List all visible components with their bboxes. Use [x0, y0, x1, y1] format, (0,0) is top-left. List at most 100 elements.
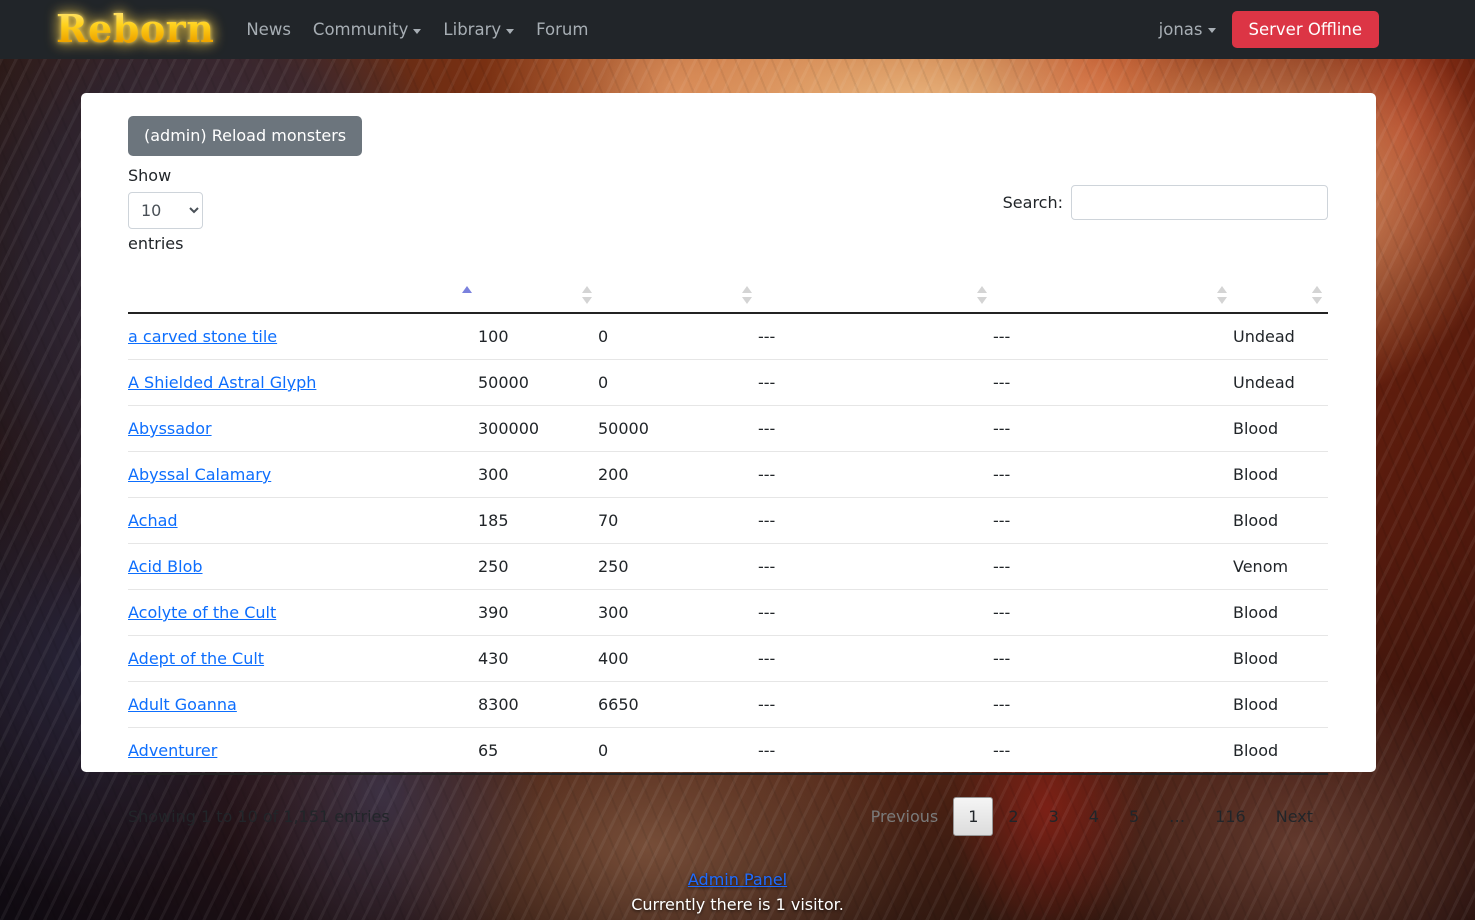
table-row: A Shielded Astral Glyph500000------Undea…: [128, 360, 1328, 406]
table-column-header-1[interactable]: [478, 277, 598, 313]
table-cell-c1: 8300: [478, 682, 598, 728]
sort-none-icon: [1312, 286, 1322, 304]
pagination: Previous12345…116Next: [856, 797, 1328, 836]
table-row: Adept of the Cult430400------Blood: [128, 636, 1328, 682]
navbar-right-section: jonas Server Offline: [1159, 11, 1379, 49]
search-input[interactable]: [1071, 185, 1328, 220]
primary-nav: News Community Library Forum: [246, 20, 588, 39]
table-cell-c4: ---: [993, 498, 1233, 544]
nav-item-news[interactable]: News: [246, 20, 291, 39]
table-header-row: [128, 277, 1328, 313]
table-row: Adventurer650------Blood: [128, 728, 1328, 775]
table-cell-c2: 6650: [598, 682, 758, 728]
entries-per-page-select[interactable]: 102550100: [128, 192, 203, 229]
pagination-next[interactable]: Next: [1261, 797, 1328, 836]
table-cell-c3: ---: [758, 636, 993, 682]
site-logo[interactable]: Reborn: [56, 8, 214, 52]
table-cell-c3: ---: [758, 544, 993, 590]
card-inner: (admin) Reload monsters Show 102550100 e…: [81, 93, 1376, 836]
table-row: Abyssal Calamary300200------Blood: [128, 452, 1328, 498]
monster-name-cell: Adept of the Cult: [128, 636, 478, 682]
top-navbar: Reborn News Community Library Forum jona…: [0, 0, 1475, 59]
table-cell-c3: ---: [758, 313, 993, 360]
monster-link[interactable]: Abyssador: [128, 419, 212, 438]
visitor-count: Currently there is 1 visitor.: [0, 895, 1475, 914]
table-cell-c2: 0: [598, 360, 758, 406]
monster-name-cell: A Shielded Astral Glyph: [128, 360, 478, 406]
user-menu-label: jonas: [1159, 20, 1203, 39]
chevron-down-icon: [1208, 28, 1216, 33]
table-cell-c2: 70: [598, 498, 758, 544]
table-row: Adult Goanna83006650------Blood: [128, 682, 1328, 728]
chevron-down-icon: [413, 29, 421, 34]
table-body: a carved stone tile1000------Undead A Shi…: [128, 313, 1328, 774]
table-controls-row: Show 102550100 entries Search:: [128, 164, 1328, 256]
table-cell-c2: 0: [598, 728, 758, 775]
table-column-header-0[interactable]: [128, 277, 478, 313]
table-cell-c1: 50000: [478, 360, 598, 406]
table-cell-c4: ---: [993, 360, 1233, 406]
nav-item-forum-label: Forum: [536, 20, 588, 39]
table-cell-c2: 300: [598, 590, 758, 636]
nav-item-community[interactable]: Community: [313, 20, 422, 39]
nav-item-news-label: News: [246, 20, 291, 39]
monster-name-cell: Acolyte of the Cult: [128, 590, 478, 636]
table-cell-c5: Blood: [1233, 636, 1328, 682]
table-column-header-4[interactable]: [993, 277, 1233, 313]
nav-item-forum[interactable]: Forum: [536, 20, 588, 39]
pagination-ellipsis: …: [1154, 797, 1200, 836]
sort-none-icon: [742, 286, 752, 304]
monster-link[interactable]: Acid Blob: [128, 557, 203, 576]
show-label: Show: [128, 166, 171, 185]
monster-link[interactable]: A Shielded Astral Glyph: [128, 373, 316, 392]
table-column-header-2[interactable]: [598, 277, 758, 313]
monster-link[interactable]: Abyssal Calamary: [128, 465, 271, 484]
sort-ascending-icon: [462, 286, 472, 304]
search-control: Search:: [1003, 164, 1328, 220]
pagination-page-1[interactable]: 1: [953, 797, 993, 836]
monster-link[interactable]: Adventurer: [128, 741, 217, 760]
pagination-page-116[interactable]: 116: [1200, 797, 1261, 836]
nav-item-community-label: Community: [313, 20, 409, 39]
table-cell-c5: Blood: [1233, 590, 1328, 636]
sort-none-icon: [582, 286, 592, 304]
server-status-button[interactable]: Server Offline: [1232, 11, 1380, 49]
user-menu[interactable]: jonas: [1159, 20, 1216, 39]
nav-item-library[interactable]: Library: [443, 20, 514, 39]
table-row: Acolyte of the Cult390300------Blood: [128, 590, 1328, 636]
monster-link[interactable]: Adept of the Cult: [128, 649, 264, 668]
pagination-previous[interactable]: Previous: [856, 797, 954, 836]
table-cell-c4: ---: [993, 544, 1233, 590]
pagination-page-2[interactable]: 2: [993, 797, 1033, 836]
table-cell-c5: Blood: [1233, 406, 1328, 452]
table-cell-c5: Undead: [1233, 360, 1328, 406]
table-column-header-3[interactable]: [758, 277, 993, 313]
table-cell-c1: 430: [478, 636, 598, 682]
table-row: a carved stone tile1000------Undead: [128, 313, 1328, 360]
nav-item-library-label: Library: [443, 20, 501, 39]
table-cell-c3: ---: [758, 590, 993, 636]
monster-link[interactable]: a carved stone tile: [128, 327, 277, 346]
table-cell-c5: Blood: [1233, 498, 1328, 544]
table-cell-c2: 200: [598, 452, 758, 498]
admin-panel-link[interactable]: Admin Panel: [688, 870, 787, 889]
table-cell-c1: 65: [478, 728, 598, 775]
table-cell-c5: Venom: [1233, 544, 1328, 590]
table-cell-c1: 300000: [478, 406, 598, 452]
monster-link[interactable]: Adult Goanna: [128, 695, 237, 714]
pagination-page-3[interactable]: 3: [1034, 797, 1074, 836]
monster-link[interactable]: Achad: [128, 511, 178, 530]
table-row: Acid Blob250250------Venom: [128, 544, 1328, 590]
table-footer: Showing 1 to 10 of 1,151 entries Previou…: [128, 797, 1328, 836]
reload-monsters-button[interactable]: (admin) Reload monsters: [128, 116, 362, 156]
pagination-page-4[interactable]: 4: [1074, 797, 1114, 836]
pagination-page-5[interactable]: 5: [1114, 797, 1154, 836]
monster-name-cell: Adventurer: [128, 728, 478, 775]
table-cell-c1: 185: [478, 498, 598, 544]
table-cell-c5: Blood: [1233, 682, 1328, 728]
monster-link[interactable]: Acolyte of the Cult: [128, 603, 276, 622]
monster-name-cell: Abyssador: [128, 406, 478, 452]
table-cell-c3: ---: [758, 682, 993, 728]
entries-label: entries: [128, 234, 183, 253]
table-cell-c4: ---: [993, 636, 1233, 682]
